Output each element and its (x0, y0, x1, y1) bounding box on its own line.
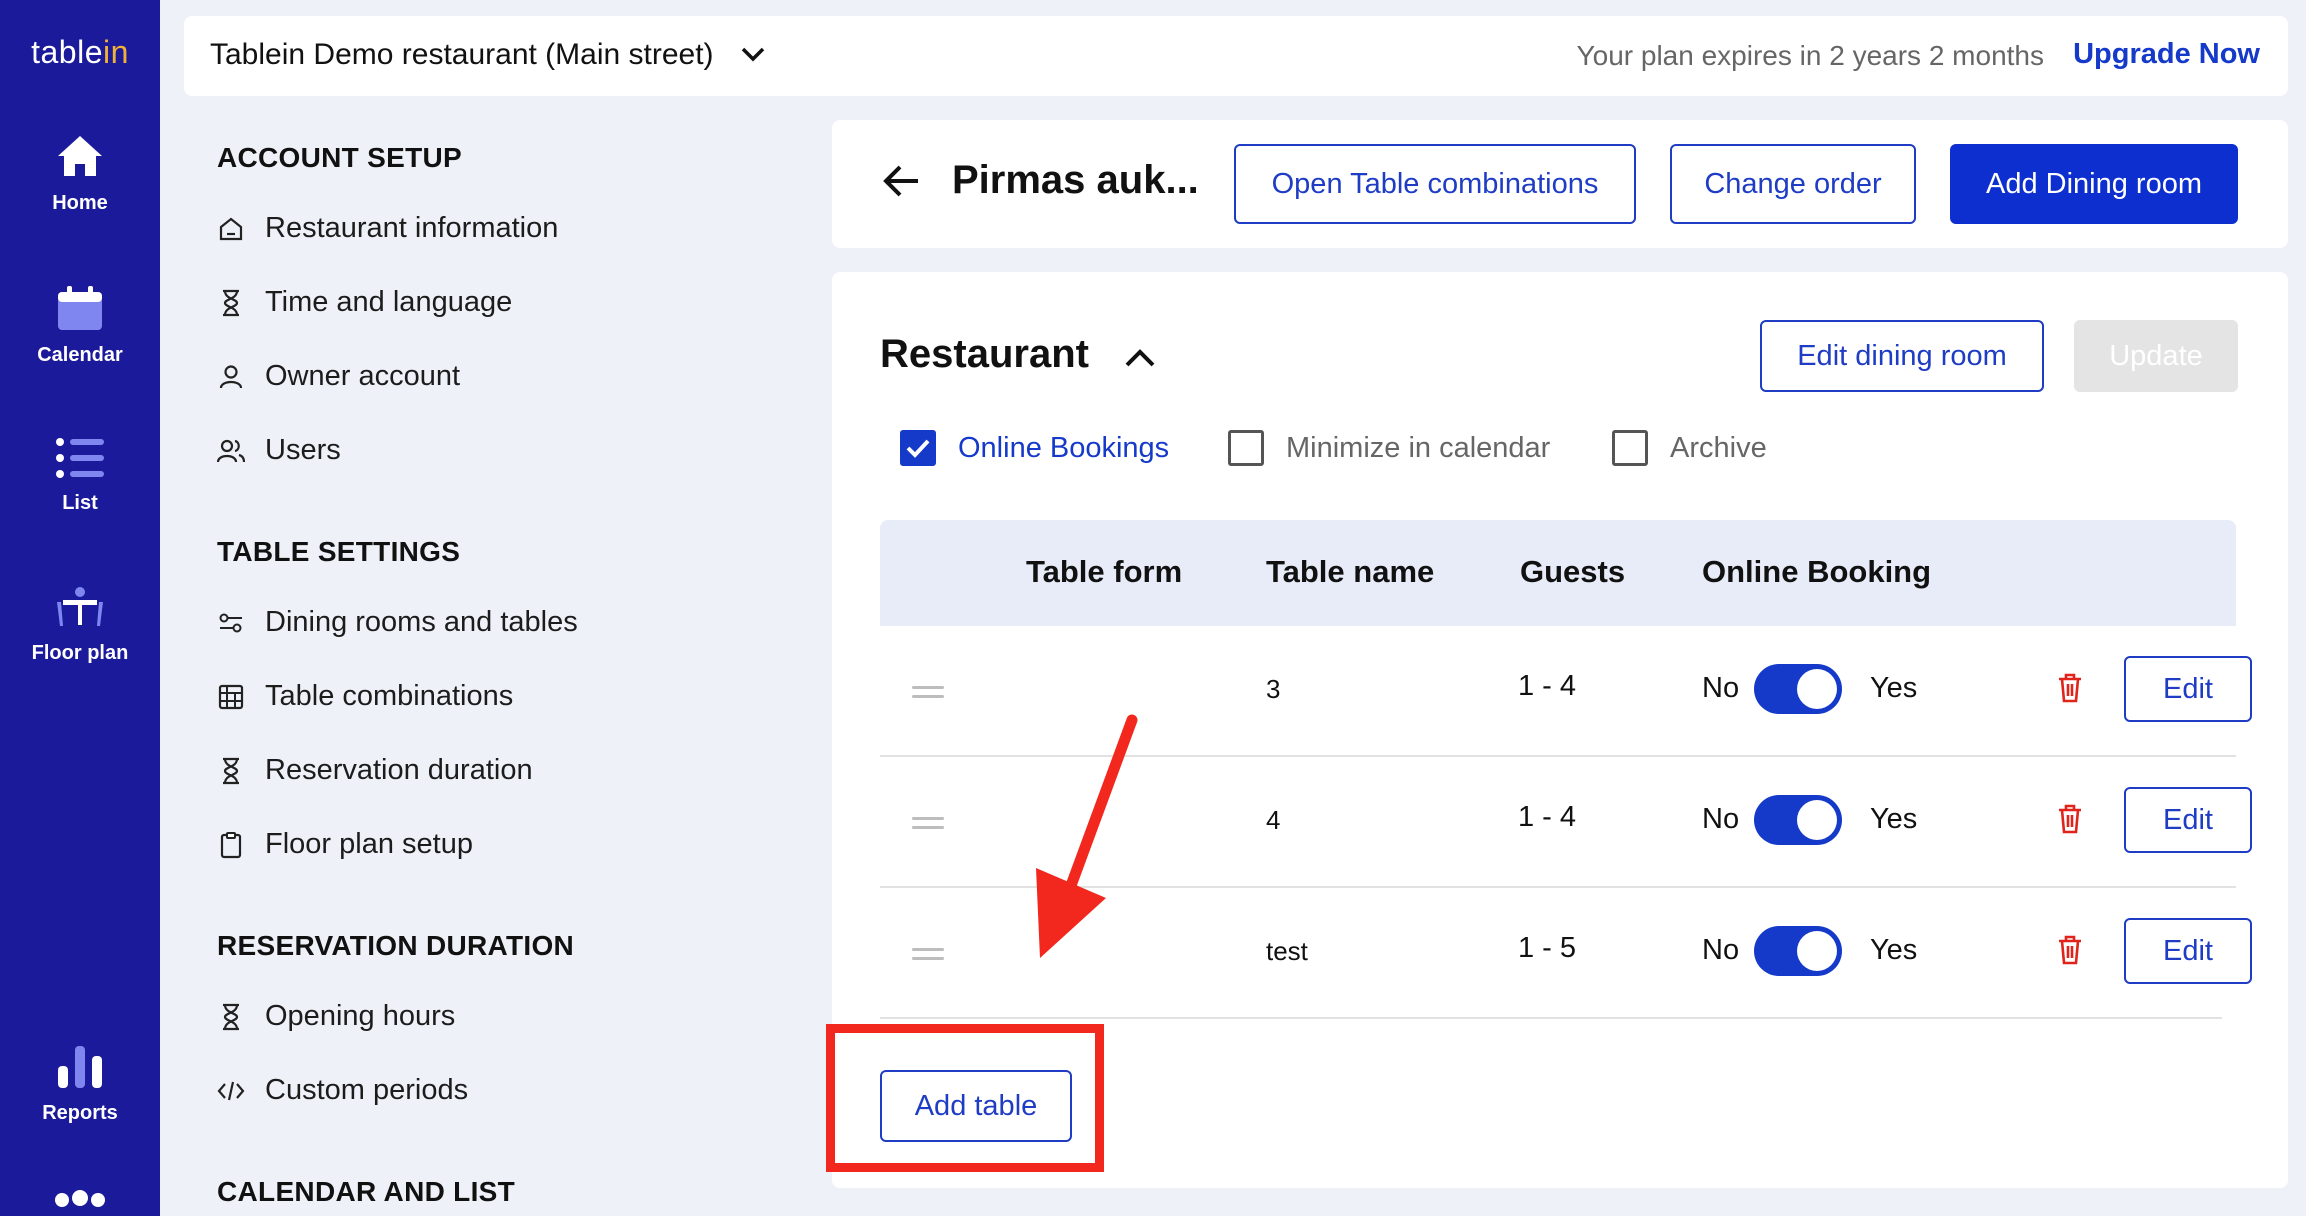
online-booking-toggle[interactable] (1754, 926, 1842, 976)
trash-icon[interactable] (2057, 935, 2083, 965)
chevron-down-icon[interactable] (740, 46, 766, 64)
column-header-table-form: Table form (1026, 554, 1183, 589)
nav-item-restaurant-information[interactable]: Restaurant information (217, 212, 558, 245)
nav-item-custom-periods[interactable]: Custom periods (217, 1074, 468, 1107)
nav-heading-reservation-duration: RESERVATION DURATION (217, 930, 575, 961)
section-title: Restaurant (880, 332, 1089, 376)
table-name: test (1266, 936, 1308, 966)
nav-item-floor-plan-setup[interactable]: Floor plan setup (217, 828, 473, 861)
edit-table-button[interactable]: Edit (2124, 656, 2252, 722)
team-icon[interactable] (52, 1190, 108, 1216)
minimize-in-calendar-checkbox[interactable]: Minimize in calendar (1228, 430, 1550, 466)
drag-handle-icon[interactable] (912, 686, 944, 704)
table-name: 3 (1266, 674, 1281, 704)
rail-item-home[interactable]: Home (0, 132, 160, 215)
tables-header-row: Table form Table name Guests Online Book… (880, 520, 2236, 626)
reports-icon (58, 1046, 102, 1088)
hourglass-icon (223, 289, 239, 316)
checkmark-icon (906, 439, 930, 458)
code-icon (217, 1081, 245, 1100)
drag-handle-icon[interactable] (912, 817, 944, 835)
users-icon (217, 439, 245, 462)
edit-table-button[interactable]: Edit (2124, 787, 2252, 853)
checkbox-unchecked[interactable] (1612, 430, 1648, 466)
rail-item-calendar[interactable]: Calendar (0, 284, 160, 367)
nav-item-dining-rooms-and-tables[interactable]: Dining rooms and tables (217, 606, 578, 639)
toggle-label-yes: Yes (1870, 672, 1918, 704)
dining-room-header: Pirmas auk... Open Table combinations Ch… (832, 120, 2288, 248)
clipboard-icon (220, 831, 242, 858)
nav-item-opening-hours[interactable]: Opening hours (217, 1000, 455, 1033)
nav-item-table-combinations[interactable]: Table combinations (217, 680, 513, 713)
top-bar: Tablein Demo restaurant (Main street) Yo… (184, 16, 2288, 96)
rail-item-list[interactable]: List (0, 436, 160, 515)
toggle-label-no: No (1702, 803, 1740, 835)
guests-range: 1 - 4 (1518, 801, 1577, 833)
calendar-icon (58, 286, 102, 330)
update-button[interactable]: Update (2074, 320, 2238, 392)
guests-range: 1 - 5 (1518, 932, 1577, 964)
open-table-combinations-button[interactable]: Open Table combinations (1234, 144, 1636, 224)
nav-item-time-and-language[interactable]: Time and language (217, 286, 512, 319)
grid-icon (218, 684, 244, 709)
column-header-guests: Guests (1520, 554, 1626, 589)
hourglass-icon (223, 757, 239, 784)
column-header-table-name: Table name (1266, 554, 1435, 589)
archive-checkbox[interactable]: Archive (1612, 430, 1767, 466)
plan-expiry-text: Your plan expires in 2 years 2 months (1576, 40, 2044, 71)
online-booking-toggle[interactable] (1754, 664, 1842, 714)
annotation-arrow (1036, 714, 1138, 958)
tablein-logo[interactable]: tablein (0, 34, 160, 71)
toggle-label-no: No (1702, 672, 1740, 704)
nav-item-reservation-duration[interactable]: Reservation duration (217, 754, 533, 787)
drag-handle-icon[interactable] (912, 948, 944, 966)
edit-dining-room-button[interactable]: Edit dining room (1760, 320, 2044, 392)
nav-item-owner-account[interactable]: Owner account (217, 360, 460, 393)
guests-range: 1 - 4 (1518, 670, 1577, 702)
nav-heading-account: ACCOUNT SETUP (217, 142, 463, 173)
add-dining-room-button[interactable]: Add Dining room (1950, 144, 2238, 224)
online-booking-toggle[interactable] (1754, 795, 1842, 845)
checkbox-unchecked[interactable] (1228, 430, 1264, 466)
edit-table-button[interactable]: Edit (2124, 918, 2252, 984)
annotation-highlight-box (826, 1024, 1104, 1172)
trash-icon[interactable] (2057, 673, 2083, 703)
hourglass-icon (223, 1003, 239, 1030)
nav-heading-table-settings: TABLE SETTINGS (217, 536, 461, 567)
user-icon (219, 364, 243, 388)
house-outline-icon (219, 217, 243, 240)
page-title: Pirmas auk... (952, 158, 1199, 202)
rail-item-reports[interactable]: Reports (0, 1044, 160, 1125)
floor-plan-icon (57, 587, 103, 626)
table-name: 4 (1266, 805, 1281, 835)
change-order-button[interactable]: Change order (1670, 144, 1916, 224)
online-bookings-checkbox[interactable]: Online Bookings (900, 430, 1169, 466)
trash-icon[interactable] (2057, 804, 2083, 834)
venue-selector[interactable]: Tablein Demo restaurant (Main street) (210, 38, 714, 72)
app-rail: tablein Home Calendar List Floor plan Re… (0, 0, 160, 1216)
rail-item-floor-plan[interactable]: Floor plan (0, 586, 160, 665)
nav-heading-calendar-and-list: CALENDAR AND LIST (217, 1176, 516, 1207)
checkbox-checked[interactable] (900, 430, 936, 466)
toggle-label-yes: Yes (1870, 934, 1918, 966)
list-icon (56, 438, 104, 478)
nav-item-users[interactable]: Users (217, 434, 341, 467)
home-icon (58, 136, 102, 176)
toggles-icon (219, 613, 242, 632)
column-header-online-booking: Online Booking (1702, 554, 1932, 589)
toggle-label-no: No (1702, 934, 1740, 966)
chevron-up-icon[interactable] (1124, 348, 1156, 368)
upgrade-now-link[interactable]: Upgrade Now (2073, 38, 2260, 71)
toggle-label-yes: Yes (1870, 803, 1918, 835)
back-arrow-icon[interactable] (882, 164, 920, 198)
